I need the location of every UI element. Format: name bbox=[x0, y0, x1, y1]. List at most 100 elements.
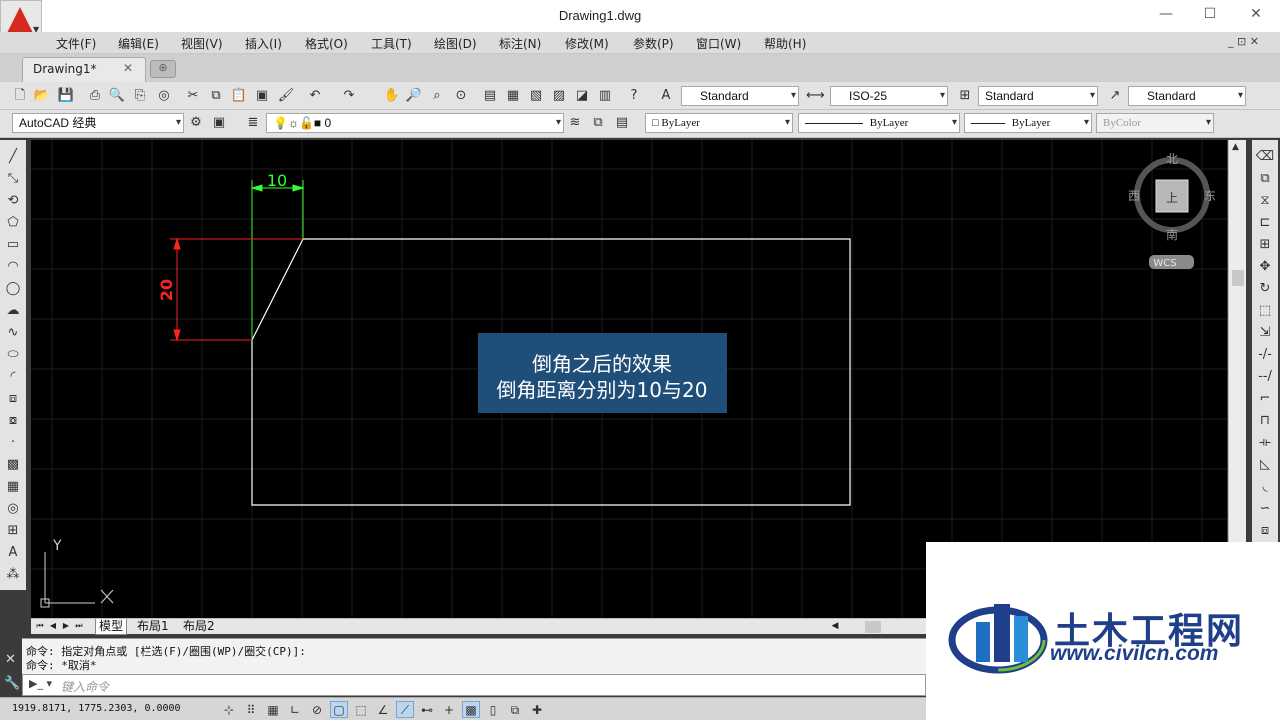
menu-help[interactable]: 帮助(H) bbox=[764, 35, 806, 52]
last-layout-icon[interactable]: ⏭ bbox=[73, 620, 85, 632]
add-selected-icon[interactable]: ⁂ bbox=[3, 566, 23, 584]
layer-select[interactable]: 💡☼🔓■ 0 ▾ bbox=[266, 113, 564, 133]
extend-icon[interactable]: --/ bbox=[1255, 368, 1275, 386]
menu-insert[interactable]: 插入(I) bbox=[245, 35, 282, 52]
selection-cycling-icon[interactable]: ⧉ bbox=[506, 701, 524, 718]
maximize-button[interactable]: ☐ bbox=[1200, 6, 1220, 26]
markup-icon[interactable]: ◪ bbox=[573, 87, 591, 105]
circle-icon[interactable]: ◯ bbox=[3, 280, 23, 298]
color-select[interactable]: □ ByLayer ▾ bbox=[645, 113, 793, 133]
command-prompt-icon[interactable]: ▶_ ▾ bbox=[29, 677, 52, 690]
viewcube[interactable]: 上 北 南 西 东 WCS bbox=[1128, 152, 1216, 269]
insert-block-icon[interactable]: ⧈ bbox=[3, 390, 23, 408]
object-snap-icon[interactable]: ▢ bbox=[330, 701, 348, 718]
publish-icon[interactable]: ⎘ bbox=[131, 87, 149, 105]
trim-icon[interactable]: -/- bbox=[1255, 346, 1275, 364]
move-icon[interactable]: ✥ bbox=[1255, 258, 1275, 276]
dynamic-ucs-icon[interactable]: ⟋ bbox=[396, 701, 414, 718]
blend-curves-icon[interactable]: ∽ bbox=[1255, 500, 1275, 518]
tab-layout2[interactable]: 布局2 bbox=[180, 619, 218, 635]
close-window-button[interactable]: ✕ bbox=[1246, 6, 1266, 26]
menu-window[interactable]: 窗口(W) bbox=[696, 35, 741, 52]
command-line[interactable]: ▶_ ▾ 键入命令 bbox=[22, 674, 926, 696]
ortho-mode-icon[interactable]: ∟ bbox=[286, 701, 304, 718]
transparency-icon[interactable]: ▩ bbox=[462, 701, 480, 718]
layer-state-icon[interactable]: ▤ bbox=[613, 114, 631, 132]
array-icon[interactable]: ⊞ bbox=[1255, 236, 1275, 254]
stretch-icon[interactable]: ⇲ bbox=[1255, 324, 1275, 342]
object-snap-tracking-icon[interactable]: ∠ bbox=[374, 701, 392, 718]
rotate-icon[interactable]: ↻ bbox=[1255, 280, 1275, 298]
print-icon[interactable]: ⎙ bbox=[86, 87, 104, 105]
revision-cloud-icon[interactable]: ☁ bbox=[3, 302, 23, 320]
snap-mode-icon[interactable]: ⠿ bbox=[242, 701, 260, 718]
ellipse-icon[interactable]: ⬭ bbox=[3, 346, 23, 364]
menu-modify[interactable]: 修改(M) bbox=[565, 35, 609, 52]
multiline-text-icon[interactable]: A bbox=[3, 544, 23, 562]
layer-properties-icon[interactable]: ≣ bbox=[244, 114, 262, 132]
compass-north[interactable]: 北 bbox=[1166, 152, 1178, 166]
sheet-set-icon[interactable]: ▨ bbox=[550, 87, 568, 105]
menu-parametric[interactable]: 参数(P) bbox=[633, 35, 674, 52]
tab-model[interactable]: 模型 bbox=[95, 619, 128, 635]
lineweight-toggle-icon[interactable]: + bbox=[440, 701, 458, 718]
menu-edit[interactable]: 编辑(E) bbox=[118, 35, 159, 52]
dim-style-icon[interactable]: ⟷ bbox=[806, 87, 825, 105]
new-tab-button[interactable]: ⊕ bbox=[150, 60, 176, 78]
menu-draw[interactable]: 绘图(D) bbox=[434, 35, 477, 52]
spline-icon[interactable]: ∿ bbox=[3, 324, 23, 342]
table-icon[interactable]: ⊞ bbox=[3, 522, 23, 540]
cut-icon[interactable]: ✂ bbox=[184, 87, 202, 105]
text-style-select[interactable]: Standard ▾ bbox=[681, 86, 799, 106]
zoom-previous-icon[interactable]: ⊙ bbox=[452, 87, 470, 105]
explode-icon[interactable]: ⧈ bbox=[1255, 522, 1275, 540]
next-layout-icon[interactable]: ▶ bbox=[60, 620, 72, 632]
polyline-icon[interactable]: ⟲ bbox=[3, 192, 23, 210]
multileader-style-select[interactable]: Standard ▾ bbox=[1128, 86, 1246, 106]
compass-west[interactable]: 西 bbox=[1128, 189, 1140, 203]
workspace-select[interactable]: AutoCAD 经典 ▾ bbox=[12, 113, 184, 133]
copy-icon[interactable]: ⧉ bbox=[207, 87, 225, 105]
scroll-left-icon[interactable]: ◀ bbox=[829, 620, 841, 632]
close-tab-icon[interactable]: ✕ bbox=[123, 61, 133, 75]
menu-dimension[interactable]: 标注(N) bbox=[499, 35, 541, 52]
table-style-select[interactable]: Standard ▾ bbox=[978, 86, 1098, 106]
menu-tools[interactable]: 工具(T) bbox=[371, 35, 412, 52]
document-window-controls[interactable]: _ ⊡ ✕ bbox=[1228, 35, 1259, 48]
properties-icon[interactable]: ▤ bbox=[481, 87, 499, 105]
toolbar-lock-icon[interactable]: ▣ bbox=[210, 114, 228, 132]
wcs-menu[interactable]: WCS bbox=[1153, 258, 1176, 269]
scroll-thumb[interactable] bbox=[1232, 270, 1244, 286]
zoom-window-icon[interactable]: ⌕ bbox=[428, 87, 446, 105]
open-file-icon[interactable]: 📂 bbox=[33, 87, 51, 105]
dimension-vertical[interactable] bbox=[170, 237, 303, 342]
dim-style-select[interactable]: ISO-25 ▾ bbox=[830, 86, 948, 106]
line-icon[interactable]: ╱ bbox=[3, 148, 23, 166]
ellipse-arc-icon[interactable]: ◜ bbox=[3, 368, 23, 386]
gradient-icon[interactable]: ▦ bbox=[3, 478, 23, 496]
new-file-icon[interactable]: 🗋 bbox=[11, 87, 29, 105]
help-icon[interactable]: ? bbox=[625, 87, 643, 105]
3d-object-snap-icon[interactable]: ⬚ bbox=[352, 701, 370, 718]
quick-properties-icon[interactable]: ▯ bbox=[484, 701, 502, 718]
compass-south[interactable]: 南 bbox=[1166, 227, 1178, 242]
pan-icon[interactable]: ✋ bbox=[383, 87, 401, 105]
menu-file[interactable]: 文件(F) bbox=[56, 35, 96, 52]
tab-layout1[interactable]: 布局1 bbox=[134, 619, 172, 635]
close-command-icon[interactable]: ✕ bbox=[5, 652, 16, 667]
calculator-icon[interactable]: ▥ bbox=[596, 87, 614, 105]
infer-constraints-icon[interactable]: ⊹ bbox=[220, 701, 238, 718]
dynamic-input-icon[interactable]: ⊷ bbox=[418, 701, 436, 718]
erase-icon[interactable]: ⌫ bbox=[1255, 148, 1275, 166]
fillet-icon[interactable]: ◟ bbox=[1255, 478, 1275, 496]
multileader-style-icon[interactable]: ↗ bbox=[1106, 87, 1124, 105]
layer-previous-icon[interactable]: ⧉ bbox=[589, 114, 607, 132]
grid-display-icon[interactable]: ▦ bbox=[264, 701, 282, 718]
viewcube-top-face[interactable]: 上 bbox=[1166, 191, 1178, 205]
tab-drawing1[interactable]: Drawing1* ✕ bbox=[22, 57, 146, 82]
polar-tracking-icon[interactable]: ⊘ bbox=[308, 701, 326, 718]
paste-block-icon[interactable]: ▣ bbox=[253, 87, 271, 105]
mirror-icon[interactable]: ⧖ bbox=[1255, 192, 1275, 210]
print-preview-icon[interactable]: 🔍 bbox=[108, 87, 126, 105]
3d-dwf-icon[interactable]: ◎ bbox=[155, 87, 173, 105]
